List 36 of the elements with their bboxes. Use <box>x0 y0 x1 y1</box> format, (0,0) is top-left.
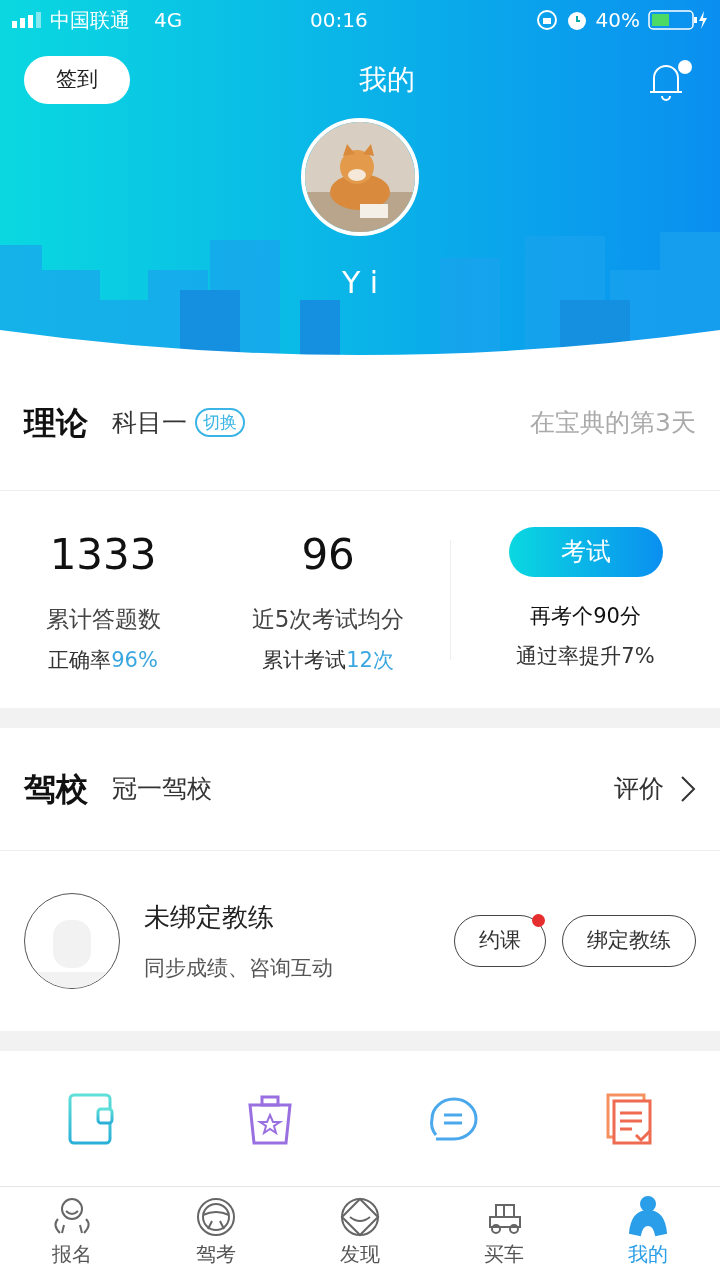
network-type: 4G <box>154 7 183 34</box>
days-label: 在宝典的第3天 <box>530 406 696 439</box>
chevron-icon <box>680 775 696 803</box>
stat-detail: 正确率96% <box>48 646 158 674</box>
coach-status: 未绑定教练 <box>144 900 275 934</box>
steering-wheel-icon <box>194 1195 238 1239</box>
carrier-name: 中国联通 <box>50 7 130 34</box>
signal-icon <box>12 12 42 28</box>
stat-label: 近5次考试均分 <box>251 605 405 634</box>
check-in-button[interactable]: 签到 <box>24 56 130 104</box>
section-title: 驾校 <box>24 769 88 810</box>
tab[interactable]: 发现 <box>288 1187 432 1280</box>
battery-icon <box>648 9 708 31</box>
stat-detail: 累计考试12次 <box>262 646 394 674</box>
exam-goal: 再考个90分 <box>530 603 641 630</box>
user-name: Y i <box>341 264 379 302</box>
exam-hint: 通过率提升7% <box>516 642 655 670</box>
page-title: 我的 <box>359 62 415 98</box>
coach-hint: 同步成绩、咨询互动 <box>144 954 333 982</box>
status-time: 00:16 <box>310 7 368 34</box>
tab[interactable]: 驾考 <box>144 1187 288 1280</box>
rate-link[interactable]: 评价 <box>614 770 696 808</box>
coach-action-button[interactable]: 约课 <box>454 915 546 967</box>
tab[interactable]: 报名 <box>0 1187 144 1280</box>
section-title: 理论 <box>24 402 88 444</box>
stat-value: 96 <box>301 529 355 581</box>
school-name: 冠一驾校 <box>112 773 212 806</box>
battery-percent: 40% <box>595 7 640 34</box>
subject-label: 科目一 <box>112 406 187 439</box>
driver-icon <box>626 1195 670 1239</box>
stat-value: 1333 <box>49 529 157 581</box>
alarm-icon <box>565 9 588 31</box>
tab[interactable]: 买车 <box>432 1187 576 1280</box>
stat-label: 累计答题数 <box>45 605 161 634</box>
rotation-lock-icon <box>535 9 558 31</box>
coach-action-button[interactable]: 绑定教练 <box>562 915 696 967</box>
